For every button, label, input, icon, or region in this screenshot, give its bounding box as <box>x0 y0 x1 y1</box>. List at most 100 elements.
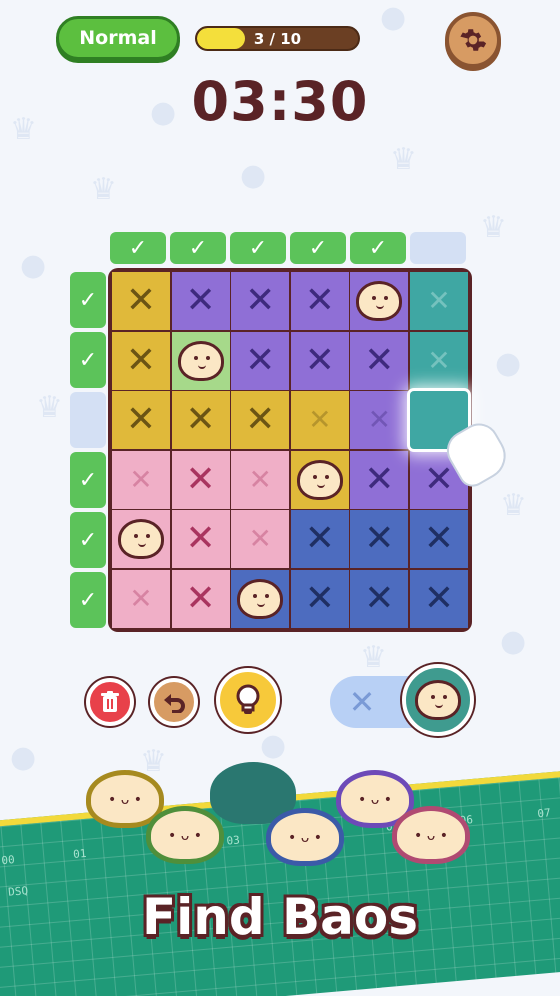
background-crown-icon: ♛ <box>480 210 507 245</box>
column-checks: ✓✓✓✓✓✓ <box>110 232 470 264</box>
board-cell[interactable]: ✕ <box>112 450 170 509</box>
board-cell[interactable]: ✕ <box>290 331 349 390</box>
cross-mark-icon: ✕ <box>364 339 395 381</box>
cross-mark-icon: ✕ <box>185 280 216 321</box>
cross-mark-icon: ✕ <box>304 280 335 321</box>
bao-character-blue: • ᴗ • <box>266 808 344 866</box>
cross-mark-icon: ✕ <box>185 399 216 441</box>
bao-icon <box>296 459 343 500</box>
board-cell[interactable]: ✕ <box>112 272 170 330</box>
countdown-timer: 03:30 <box>191 70 369 133</box>
cross-mark-icon: ✕ <box>364 518 395 560</box>
undo-button[interactable] <box>150 678 198 726</box>
board-cell[interactable]: ✕ <box>231 510 290 569</box>
cross-mark-icon: ✕ <box>304 578 335 619</box>
board-cell[interactable]: ✕ <box>171 570 230 628</box>
column-check-2: ✓ <box>170 232 226 264</box>
cross-mark-icon: ✕ <box>423 518 455 560</box>
column-check-3: ✓ <box>230 232 286 264</box>
undo-icon <box>164 694 185 713</box>
difficulty-label: Normal <box>79 27 157 49</box>
background-bao-icon: ● <box>260 728 287 763</box>
cross-mark-icon: ✕ <box>427 284 451 317</box>
cross-mark-icon: ✕ <box>185 458 216 500</box>
board-cell[interactable]: ✕ <box>350 510 409 569</box>
board-cell[interactable]: ✕ <box>410 272 468 330</box>
background-crown-icon: ♛ <box>500 488 527 523</box>
cross-mark-icon: ✕ <box>125 339 157 381</box>
bao-face-icon: • ᴗ • <box>168 827 202 844</box>
column-check-6: ✓ <box>410 232 466 264</box>
board-cell[interactable]: ✕ <box>350 391 409 450</box>
board-cell[interactable]: ✕ <box>290 510 349 569</box>
hint-button[interactable] <box>216 668 280 732</box>
progress-text: 3 / 10 <box>253 29 302 48</box>
cross-mark-icon: ✕ <box>304 518 335 560</box>
column-check-4: ✓ <box>290 232 346 264</box>
mat-label: 03 <box>226 833 241 848</box>
cross-mark-icon: ✕ <box>129 462 153 496</box>
board-cell[interactable]: ✕ <box>112 331 170 390</box>
background-crown-icon: ♛ <box>390 142 417 177</box>
cross-mark-icon: ✕ <box>308 403 332 437</box>
row-check-2: ✓ <box>70 332 106 388</box>
board-cell[interactable]: ✕ <box>410 570 468 628</box>
bao-mode-button[interactable] <box>402 664 474 736</box>
board-cell[interactable]: ✕ <box>231 331 290 390</box>
board-cell[interactable]: ✕ <box>350 450 409 509</box>
mat-label: 01 <box>72 846 87 861</box>
cross-mark-icon: ✕ <box>245 339 276 381</box>
board-cell[interactable]: ✕ <box>171 391 230 450</box>
settings-button[interactable] <box>445 12 501 68</box>
cross-mark-icon: ✕ <box>367 403 392 437</box>
puzzle-grid: ✕ ✕ ✕ ✕ ✕ ✕ ✕ ✕ ✕ ✕ ✕ ✕ ✕ ✕ ✕ ✕ ✕ ✕ ✕ ✕ ✕ ✕ ✕ ✕ ✕ ✕ ✕ ✕ ✕ ✕ <box>112 272 468 628</box>
background-bao-icon: ● <box>500 624 527 659</box>
board-cell[interactable]: ✕ <box>231 450 290 509</box>
cross-mark-icon: ✕ <box>129 582 153 615</box>
bao-face-icon: • ᴗ • <box>108 791 142 808</box>
board-cell[interactable]: ✕ <box>410 331 468 390</box>
board-cell[interactable]: ✕ <box>410 510 468 569</box>
cross-mark-icon: ✕ <box>125 399 157 441</box>
board-cell[interactable] <box>112 510 170 569</box>
gear-icon <box>460 29 487 51</box>
row-checks: ✓✓✓✓✓✓ <box>70 272 106 632</box>
background-bao-icon: ● <box>20 248 47 283</box>
board-cell[interactable]: ✕ <box>290 570 349 628</box>
cross-mark-icon: ✕ <box>423 578 455 619</box>
board-cell[interactable]: ✕ <box>290 391 349 450</box>
cross-mode-icon[interactable]: ✕ <box>340 680 384 724</box>
bao-face-icon: • ᴗ • <box>358 791 392 808</box>
row-check-1: ✓ <box>70 272 106 328</box>
board-cell[interactable] <box>231 570 290 628</box>
board-cell[interactable] <box>290 450 349 509</box>
lightbulb-icon <box>236 684 260 714</box>
game-title: Find Baos <box>141 888 419 946</box>
puzzle-board: ✕ ✕ ✕ ✕ ✕ ✕ ✕ ✕ ✕ ✕ ✕ ✕ ✕ ✕ ✕ ✕ ✕ ✕ ✕ ✕ ✕ ✕ ✕ ✕ ✕ ✕ ✕ ✕ ✕ ✕ <box>108 268 472 632</box>
board-cell[interactable]: ✕ <box>112 391 170 450</box>
cross-mark-icon: ✕ <box>304 339 335 381</box>
background-crown-icon: ♛ <box>360 640 387 675</box>
board-cell[interactable] <box>350 272 409 330</box>
mat-label: 00 <box>0 853 16 868</box>
board-cell[interactable]: ✕ <box>231 272 290 330</box>
board-cell[interactable]: ✕ <box>290 272 349 330</box>
board-cell[interactable]: ✕ <box>171 450 230 509</box>
board-cell[interactable]: ✕ <box>350 331 409 390</box>
background-bao-icon: ● <box>240 158 267 193</box>
board-cell[interactable]: ✕ <box>171 272 230 330</box>
board-cell[interactable]: ✕ <box>231 391 290 450</box>
difficulty-badge[interactable]: Normal <box>56 16 180 60</box>
cross-mark-icon: ✕ <box>185 578 216 619</box>
delete-button[interactable] <box>86 678 134 726</box>
cross-mark-icon: ✕ <box>364 458 395 500</box>
row-check-3: ✓ <box>70 392 106 448</box>
mat-label: 07 <box>536 806 552 821</box>
level-progress-bar: 3 / 10 <box>195 26 360 51</box>
board-cell[interactable] <box>171 331 230 390</box>
bao-icon <box>237 579 284 619</box>
board-cell[interactable]: ✕ <box>350 570 409 628</box>
board-cell[interactable]: ✕ <box>112 570 170 628</box>
board-cell[interactable]: ✕ <box>171 510 230 569</box>
bao-face-icon: • ᴗ • <box>288 829 322 846</box>
